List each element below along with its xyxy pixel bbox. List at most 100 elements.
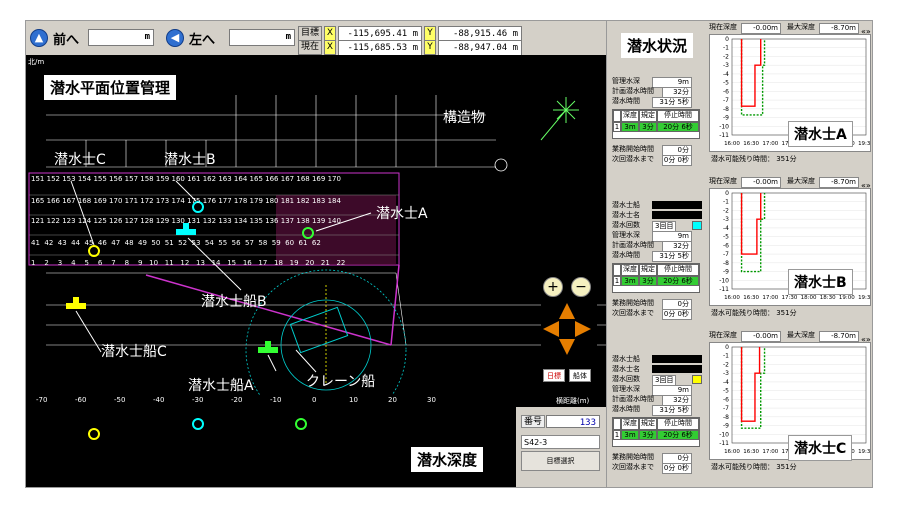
nav-pad: + − 日標 船体 bbox=[541, 275, 597, 405]
x-tick-label: 18:00 bbox=[801, 295, 817, 301]
y-tick-label: -4 bbox=[723, 71, 729, 78]
grid-row-4: 41 42 43 44 45 46 47 48 49 50 51 52 53 5… bbox=[31, 239, 321, 247]
y-tick-label: 0 bbox=[725, 344, 729, 351]
plan-time-label: 計画潜水時間 bbox=[612, 241, 654, 249]
dive-time-label: 潜水時間 bbox=[612, 405, 640, 413]
x-tick-label: 18:30 bbox=[820, 295, 836, 301]
forward-arrow-icon[interactable]: ▲ bbox=[30, 29, 48, 47]
col-stop: 停止時間 bbox=[657, 110, 699, 122]
depth-view[interactable]: 潜水深度 bbox=[26, 407, 516, 487]
work-start-label: 業務開始時間 bbox=[612, 453, 654, 461]
y-tick-label: -9 bbox=[723, 115, 729, 122]
code-value: S42-3 bbox=[521, 435, 600, 449]
diver-c-label: 潜水士C bbox=[54, 152, 106, 168]
boat-c-marker bbox=[66, 297, 86, 309]
x-tick-label: 19:00 bbox=[839, 295, 855, 301]
x-tick-label: 16:30 bbox=[743, 295, 759, 301]
app-window: ▲ 前へ m ◀ 左へ m 目標 現在 X X -115,695.41 m -1… bbox=[25, 20, 873, 488]
stop-table: 深度 規定 停止時間 1 3m 3分 20分 6秒 bbox=[612, 417, 700, 447]
current-depth-label: 現在深度 bbox=[709, 331, 737, 339]
x-tick-label: 17:00 bbox=[762, 141, 778, 147]
row-num: 1 bbox=[613, 430, 621, 440]
diver-c-chart-panel: 現在深度 -0.00m 最大深度 -8.70m «» 0 -1 -2 -3 -4 -5 -6… bbox=[707, 331, 872, 481]
max-depth-label: 最大深度 bbox=[787, 331, 815, 339]
y-tick-label: -7 bbox=[723, 97, 729, 104]
forward-label: 前へ bbox=[53, 33, 80, 48]
axis-unit: 横距離(m) bbox=[556, 397, 590, 405]
y-tick-label: -9 bbox=[723, 269, 729, 276]
plan-time-label: 計画潜水時間 bbox=[612, 395, 654, 403]
current-label: 現在 bbox=[298, 40, 322, 55]
diver-a-chart-panel: 現在深度 -0.00m 最大深度 -8.70m «» 0 -1 -2 -3 -4 -5 -6… bbox=[707, 23, 872, 173]
target-select-button[interactable]: 目標選択 bbox=[521, 451, 600, 471]
y-tick-label: -6 bbox=[723, 88, 729, 95]
y-tick-label: -8 bbox=[723, 414, 729, 421]
x-tick-label: 19:30 bbox=[858, 141, 870, 147]
x-tick-label: 16:30 bbox=[743, 141, 759, 147]
diver-c-info: 潜水士船 潜水士名 潜水回数 3回目 管理水深 9m 計画潜水時間 32分 潜水… bbox=[608, 355, 704, 481]
current-depth-label: 現在深度 bbox=[709, 23, 737, 31]
next-dive-label: 次回潜水まで bbox=[612, 463, 654, 471]
grid-row-2: 165 166 167 168 169 170 171 172 173 174 … bbox=[31, 197, 341, 205]
col-stop: 停止時間 bbox=[657, 264, 699, 276]
remaining-time: 潜水可能残り時間： 351分 bbox=[711, 463, 797, 471]
x-tick-label: 16:00 bbox=[724, 295, 740, 301]
boat-a-label: 潜水士船A bbox=[188, 378, 254, 394]
current-y-tag: Y bbox=[424, 40, 436, 55]
grid-row-5: 1 2 3 4 5 6 7 8 9 10 11 12 13 14 15 16 1… bbox=[31, 259, 346, 267]
target-x-tag: X bbox=[324, 26, 336, 41]
pan-up-icon[interactable] bbox=[559, 303, 575, 319]
pan-left-icon[interactable] bbox=[543, 321, 559, 337]
plan-map[interactable]: 北/m 151 152 153 154 155 156 157 158 159 … bbox=[26, 55, 606, 405]
y-tick-label: -7 bbox=[723, 405, 729, 412]
current-depth-value: -0.00m bbox=[741, 177, 781, 188]
zoom-in-icon[interactable]: + bbox=[543, 277, 563, 297]
ship-label: 潜水士船 bbox=[612, 201, 640, 209]
y-tick-label: -3 bbox=[723, 62, 729, 69]
max-depth-value: -8.70m bbox=[819, 23, 859, 34]
row-num: 1 bbox=[613, 122, 621, 132]
axis-tick: 0 bbox=[312, 396, 317, 404]
pan-right-icon[interactable] bbox=[575, 321, 591, 337]
next-dive-value: 0分 0秒 bbox=[662, 155, 692, 166]
actual-depth-line bbox=[740, 347, 761, 422]
y-tick-label: -6 bbox=[723, 242, 729, 249]
forward-input[interactable]: m bbox=[88, 29, 154, 46]
manage-depth-label: 管理水深 bbox=[612, 385, 640, 393]
current-depth-value: -0.00m bbox=[741, 23, 781, 34]
y-tick-label: -5 bbox=[723, 234, 729, 241]
y-tick-label: -1 bbox=[723, 353, 729, 360]
map-title: 潜水平面位置管理 bbox=[44, 75, 177, 100]
left-input[interactable]: m bbox=[229, 29, 295, 46]
target-view-button[interactable]: 日標 bbox=[543, 369, 565, 382]
row-depth: 3m bbox=[621, 430, 639, 440]
name-value bbox=[652, 211, 702, 219]
diver-b-chart-label: 潜水士B bbox=[788, 269, 853, 295]
axis-tick: -20 bbox=[231, 396, 243, 404]
depth-title: 潜水深度 bbox=[411, 447, 484, 472]
axis-tick: 20 bbox=[388, 396, 397, 404]
stop-table: 深度 規定 停止時間 1 3m 3分 20分 6秒 bbox=[612, 263, 700, 293]
y-tick-label: -9 bbox=[723, 423, 729, 430]
x-tick-label: 17:00 bbox=[762, 449, 778, 455]
y-tick-label: -10 bbox=[719, 277, 729, 284]
boat-c-label: 潜水士船C bbox=[101, 344, 167, 360]
depth-chart: 0 -1 -2 -3 -4 -5 -6 -7 -8 -9 -10 -11 16:00 16:30 17:00… bbox=[709, 188, 872, 306]
manage-depth-label: 管理水深 bbox=[612, 77, 640, 85]
next-dive-value: 0分 0秒 bbox=[662, 463, 692, 474]
zoom-out-icon[interactable]: − bbox=[571, 277, 591, 297]
ship-view-button[interactable]: 船体 bbox=[569, 369, 591, 382]
actual-depth-line bbox=[740, 39, 762, 107]
dive-time-value: 31分 5秒 bbox=[652, 405, 692, 416]
forward-unit: m bbox=[144, 32, 150, 42]
manage-depth-label: 管理水深 bbox=[612, 231, 640, 239]
dive-time-label: 潜水時間 bbox=[612, 251, 640, 259]
depth-side-panel: 番号 133 S42-3 目標選択 bbox=[516, 407, 606, 487]
diver-a-info: 管理水深 9m 計画潜水時間 32分 潜水時間 31分 5秒 深度 規定 停止時… bbox=[608, 63, 704, 173]
plan-time-label: 計画潜水時間 bbox=[612, 87, 654, 95]
col-rule: 規定 bbox=[639, 418, 657, 430]
name-label: 潜水士名 bbox=[612, 365, 640, 373]
pan-down-icon[interactable] bbox=[559, 339, 575, 355]
diver-a-label: 潜水士A bbox=[376, 206, 428, 222]
left-arrow-icon[interactable]: ◀ bbox=[166, 29, 184, 47]
